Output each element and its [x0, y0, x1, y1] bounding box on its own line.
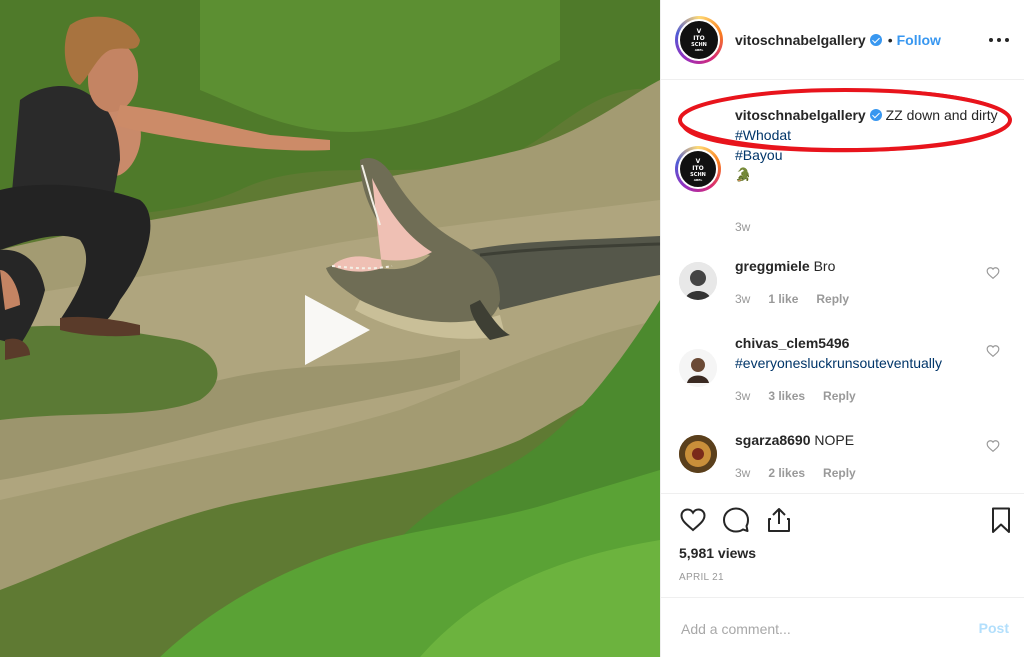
- avatar-logo-text: ABEL: [694, 48, 704, 52]
- comment-age[interactable]: 3w: [735, 389, 750, 403]
- comment-meta: 3w 1 like Reply: [735, 292, 867, 306]
- separator-dot: •: [887, 32, 893, 48]
- caption-text: ZZ down and dirty: [885, 107, 998, 123]
- avatar-logo-text: ABEL: [693, 178, 703, 182]
- reply-button[interactable]: Reply: [823, 466, 856, 480]
- reply-button[interactable]: Reply: [816, 292, 849, 306]
- comment: chivas_clem5496 #everyonesluckrunsouteve…: [735, 333, 985, 373]
- post-media-video[interactable]: [0, 0, 660, 657]
- comment: sgarza8690 NOPE: [735, 430, 975, 450]
- caption-age[interactable]: 3w: [735, 220, 750, 234]
- comment-like-heart-icon[interactable]: [986, 439, 1000, 453]
- post-header: V ITO SCHN ABEL vitoschnabelgallery • Foll…: [661, 0, 1024, 80]
- comment-icon[interactable]: [722, 506, 750, 534]
- comment-age[interactable]: 3w: [735, 466, 750, 480]
- verified-badge-icon: [869, 34, 882, 46]
- comment-likes[interactable]: 1 like: [768, 292, 798, 306]
- post-comment-button[interactable]: Post: [979, 620, 1009, 636]
- comment-age[interactable]: 3w: [735, 292, 750, 306]
- bookmark-icon[interactable]: [987, 506, 1015, 534]
- header-username[interactable]: vitoschnabelgallery: [735, 32, 866, 48]
- hashtag-link[interactable]: #everyonesluckrunsouteventually: [735, 353, 985, 373]
- commenter-avatar[interactable]: [679, 262, 717, 300]
- comment-username[interactable]: chivas_clem5496: [735, 335, 849, 351]
- post-date[interactable]: APRIL 21: [679, 572, 724, 583]
- avatar[interactable]: V ITO SCHN ABEL: [678, 19, 720, 61]
- caption: vitoschnabelgallery ZZ down and dirty #W…: [735, 105, 1000, 185]
- view-count[interactable]: 5,981 views: [679, 545, 756, 561]
- comment-text: NOPE: [814, 432, 855, 448]
- header-user-line: vitoschnabelgallery • Follow: [735, 32, 941, 50]
- play-icon[interactable]: [295, 290, 375, 370]
- caption-meta: 3w: [735, 220, 768, 234]
- comment-username[interactable]: greggmiele: [735, 258, 810, 274]
- comment-meta: 3w 2 likes Reply: [735, 466, 874, 480]
- caption-story-ring[interactable]: V ITO SCHN ABEL: [675, 146, 721, 192]
- comment-likes[interactable]: 3 likes: [768, 389, 805, 403]
- post-actions: 5,981 views APRIL 21: [661, 493, 1024, 597]
- comment-username[interactable]: sgarza8690: [735, 432, 811, 448]
- verified-badge-icon: [869, 109, 882, 121]
- crocodile-emoji-icon: 🐊: [735, 167, 752, 182]
- commenter-avatar[interactable]: [679, 349, 717, 387]
- comment: greggmiele Bro: [735, 256, 975, 276]
- share-icon[interactable]: [765, 506, 793, 534]
- commenter-avatar[interactable]: [679, 435, 717, 473]
- follow-button[interactable]: Follow: [897, 32, 941, 48]
- comment-likes[interactable]: 2 likes: [768, 466, 805, 480]
- comment-like-heart-icon[interactable]: [986, 344, 1000, 358]
- hashtag-link[interactable]: #Bayou: [735, 145, 1000, 165]
- comment-text: Bro: [813, 258, 836, 274]
- comment-like-heart-icon[interactable]: [986, 266, 1000, 280]
- caption-username[interactable]: vitoschnabelgallery: [735, 107, 866, 123]
- hashtag-link[interactable]: #Whodat: [735, 125, 1000, 145]
- add-comment-bar: Post: [661, 597, 1024, 657]
- more-icon[interactable]: [989, 30, 1011, 50]
- comment-input[interactable]: [679, 616, 953, 642]
- story-ring[interactable]: V ITO SCHN ABEL: [675, 16, 723, 64]
- post-side-panel: V ITO SCHN ABEL vitoschnabelgallery • Foll…: [660, 0, 1024, 657]
- comment-meta: 3w 3 likes Reply: [735, 389, 874, 403]
- heart-icon[interactable]: [679, 506, 707, 534]
- caption-avatar[interactable]: V ITO SCHN ABEL: [678, 149, 718, 189]
- reply-button[interactable]: Reply: [823, 389, 856, 403]
